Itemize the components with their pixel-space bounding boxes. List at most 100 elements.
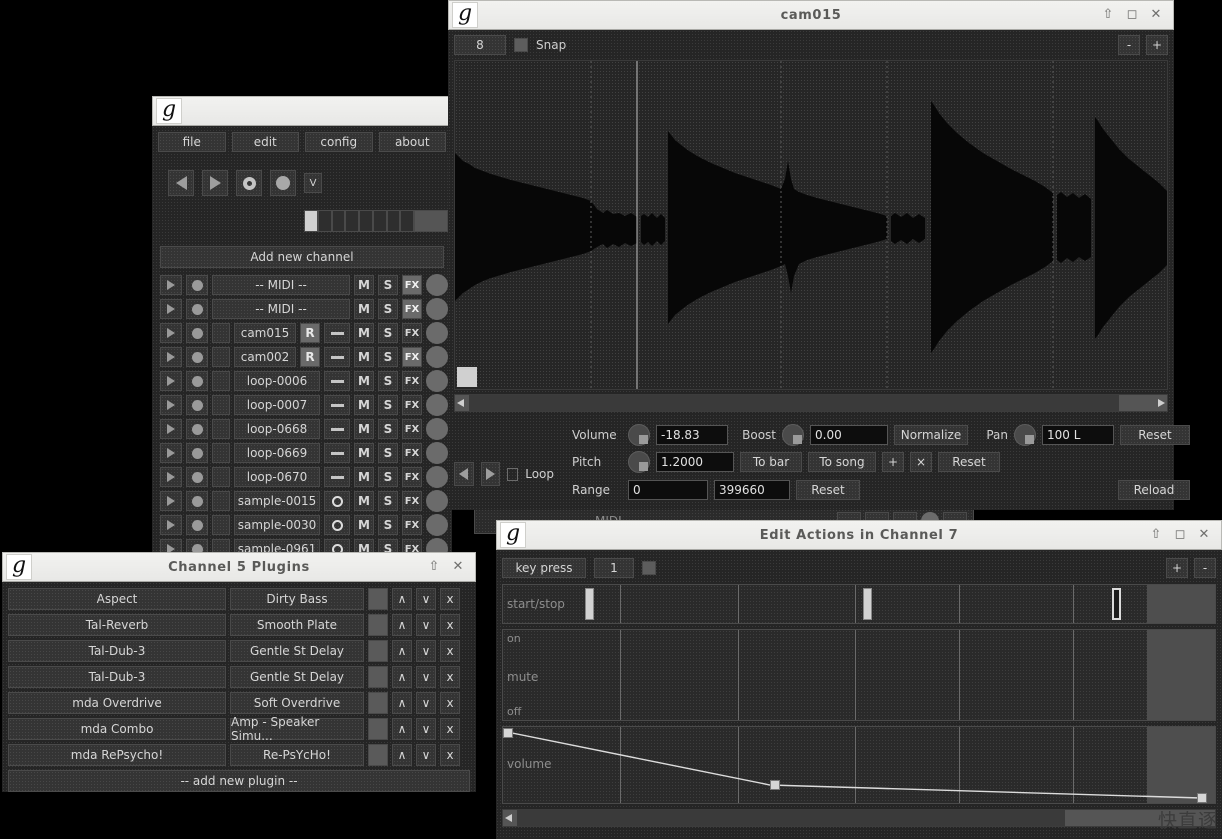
beat-cell[interactable] <box>331 210 346 232</box>
channel-name-button[interactable]: cam002 <box>234 347 296 367</box>
channel-name-button[interactable]: loop-0670 <box>234 467 320 487</box>
plugin-row[interactable]: Tal-Reverb Smooth Plate ∧ ∨ x <box>8 614 470 636</box>
sample-editor-titlebar[interactable]: g cam015 ⇧ ◻ ✕ <box>448 0 1174 30</box>
channel-key-button[interactable] <box>212 515 230 535</box>
snap-checkbox[interactable] <box>514 38 528 52</box>
action-checkbox[interactable] <box>642 561 656 575</box>
pitch-reset-button[interactable]: Reset <box>938 452 1000 472</box>
volume-field[interactable]: -18.83 <box>656 425 728 445</box>
channel-arm-button[interactable] <box>186 491 208 511</box>
channel-play-button[interactable] <box>160 371 182 391</box>
minimize-icon[interactable]: ⇧ <box>1149 528 1163 542</box>
channel-name-button[interactable]: -- MIDI -- <box>212 275 350 295</box>
plugin-row[interactable]: mda Combo Amp - Speaker Simu... ∧ ∨ x <box>8 715 470 743</box>
channel-volume-knob[interactable] <box>426 322 448 344</box>
volume-knob[interactable] <box>628 424 650 446</box>
channel-name-button[interactable]: cam015 <box>234 323 296 343</box>
plugin-move-down-button[interactable]: ∨ <box>416 614 436 636</box>
channel-row[interactable]: cam002 R M S FX <box>160 346 448 368</box>
channel-fx-button[interactable]: FX <box>402 371 422 391</box>
channel-mode-button[interactable] <box>324 347 350 367</box>
channel-play-button[interactable] <box>160 323 182 343</box>
channel-mute-button[interactable]: M <box>354 371 374 391</box>
action-event[interactable] <box>862 588 872 620</box>
plugin-row[interactable]: mda Overdrive Soft Overdrive ∧ ∨ x <box>8 692 470 714</box>
channel-key-button[interactable] <box>212 443 230 463</box>
channel-row[interactable]: -- MIDI -- M S FX <box>160 298 448 320</box>
plugin-move-down-button[interactable]: ∨ <box>416 588 436 610</box>
channel-fx-button[interactable]: FX <box>402 443 422 463</box>
plugin-row[interactable]: Aspect Dirty Bass ∧ ∨ x <box>8 588 470 610</box>
channel-mute-button[interactable]: M <box>354 275 374 295</box>
channel-fx-button[interactable]: FX <box>402 515 422 535</box>
channel-volume-knob[interactable] <box>426 346 448 368</box>
channel-key-button[interactable] <box>212 395 230 415</box>
next-button[interactable] <box>480 462 501 486</box>
channel-mode-button[interactable] <box>324 323 350 343</box>
plugin-move-up-button[interactable]: ∧ <box>392 744 412 766</box>
channel-mode-button[interactable] <box>324 419 350 439</box>
channel-fx-button[interactable]: FX <box>402 347 422 367</box>
prev-button[interactable] <box>454 462 474 486</box>
channel-volume-knob[interactable] <box>426 490 448 512</box>
metronome-button[interactable] <box>236 170 262 196</box>
menu-file[interactable]: file <box>158 132 226 152</box>
record-button[interactable] <box>270 170 296 196</box>
beat-cell[interactable] <box>345 210 359 232</box>
plugin-remove-button[interactable]: x <box>440 588 460 610</box>
channel-name-button[interactable]: loop-0668 <box>234 419 320 439</box>
plugin-name-button[interactable]: mda Combo <box>8 718 226 740</box>
channel-solo-button[interactable]: S <box>378 395 398 415</box>
waveform-display[interactable] <box>454 60 1168 390</box>
channel-row[interactable]: loop-0669 M S FX <box>160 442 448 464</box>
channel-key-button[interactable] <box>212 347 230 367</box>
channel-volume-knob[interactable] <box>426 442 448 464</box>
channel-key-button[interactable] <box>212 491 230 511</box>
plugin-remove-button[interactable]: x <box>440 692 460 714</box>
channel-fx-button[interactable]: FX <box>402 419 422 439</box>
channel-mode-button[interactable] <box>324 371 350 391</box>
scroll-left-arrow[interactable] <box>505 811 515 825</box>
channel-arm-button[interactable] <box>186 371 208 391</box>
envelope-handle[interactable] <box>503 728 513 738</box>
channel-fx-button[interactable]: FX <box>402 491 422 511</box>
channel-solo-button[interactable]: S <box>378 443 398 463</box>
channel-volume-knob[interactable] <box>426 394 448 416</box>
plugin-row[interactable]: Tal-Dub-3 Gentle St Delay ∧ ∨ x <box>8 666 470 688</box>
channel-play-button[interactable] <box>160 299 182 319</box>
channel-play-button[interactable] <box>160 275 182 295</box>
main-window-titlebar[interactable]: g <box>152 96 452 126</box>
channel-mode-button[interactable] <box>324 395 350 415</box>
channel-row[interactable]: loop-0006 M S FX <box>160 370 448 392</box>
channel-arm-button[interactable] <box>186 419 208 439</box>
plugin-bypass-toggle[interactable] <box>368 640 388 662</box>
channel-mute-button[interactable]: M <box>354 323 374 343</box>
channel-name-button[interactable]: sample-0015 <box>234 491 320 511</box>
action-value-select[interactable]: 1 <box>594 558 634 578</box>
channel-mute-button[interactable]: M <box>354 347 374 367</box>
pitch-plus-button[interactable]: + <box>882 452 904 472</box>
channel-row[interactable]: cam015 R M S FX <box>160 322 448 344</box>
channel-mute-button[interactable]: M <box>354 467 374 487</box>
to-bar-button[interactable]: To bar <box>740 452 802 472</box>
plugin-remove-button[interactable]: x <box>440 614 460 636</box>
pitch-times-button[interactable]: × <box>910 452 932 472</box>
track-start-stop[interactable]: start/stop <box>502 584 1216 624</box>
action-type-select[interactable]: key press <box>502 558 586 578</box>
channel-key-button[interactable] <box>212 419 230 439</box>
close-icon[interactable]: ✕ <box>451 560 465 574</box>
channel-play-button[interactable] <box>160 467 182 487</box>
plugin-remove-button[interactable]: x <box>440 744 460 766</box>
channel-name-button[interactable]: -- MIDI -- <box>212 299 350 319</box>
channel-mute-button[interactable]: M <box>354 443 374 463</box>
channel-volume-knob[interactable] <box>426 298 448 320</box>
plugin-bypass-toggle[interactable] <box>368 692 388 714</box>
maximize-icon[interactable]: ◻ <box>1125 8 1139 22</box>
plugin-name-button[interactable]: mda Overdrive <box>8 692 226 714</box>
channel-fx-button[interactable]: FX <box>402 467 422 487</box>
boost-field[interactable]: 0.00 <box>810 425 888 445</box>
channel-arm-button[interactable] <box>186 395 208 415</box>
channel-solo-button[interactable]: S <box>378 491 398 511</box>
scroll-track[interactable] <box>517 810 1065 826</box>
plugin-name-button[interactable]: mda RePsycho! <box>8 744 226 766</box>
